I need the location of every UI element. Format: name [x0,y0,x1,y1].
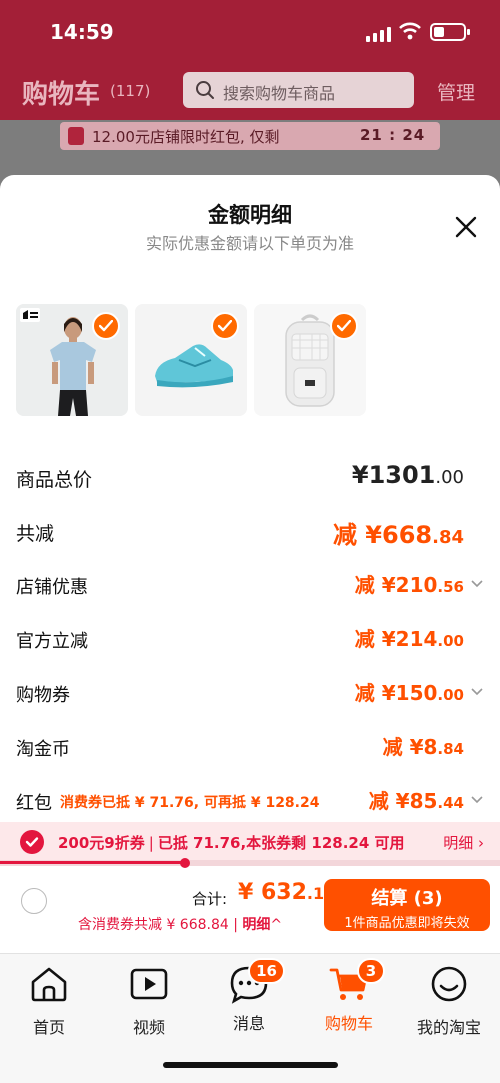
coupon-text: 200元9折券 | 已抵 71.76,本张券剩 128.24 可用 [58,834,405,852]
product-thumbnail-tshirt[interactable] [16,304,128,416]
chevron-down-icon[interactable] [470,685,484,699]
tab-profile[interactable]: 我的淘宝 [404,964,494,1038]
sum-subtext: 含消费券共减 ¥ 668.84 | 明细^ [78,917,283,933]
checkout-button-subtext: 1件商品优惠即将失效 [344,916,470,931]
close-icon[interactable] [452,213,480,241]
tab-messages[interactable]: 16 消息 [204,958,294,1034]
manage-button[interactable]: 管理 [437,78,475,105]
red-packet-countdown: 21 : 24 [360,126,426,144]
row-label: 红包 [16,793,52,814]
product-check-icon[interactable] [92,312,120,340]
cellular-signal-icon [366,26,392,42]
battery-icon [430,23,470,41]
total-reduction-value: 减 ¥668.84 [332,521,464,549]
row-label: 淘金币 [16,739,70,760]
row-red-packet[interactable]: 红包 消费券已抵 ¥ 71.76, 可再抵 ¥ 128.24 减 ¥85.44 [0,783,500,819]
select-all-radio[interactable] [21,888,47,914]
row-total-price: 商品总价 ¥1301.00 [0,459,500,495]
coupon-detail-link[interactable]: 明细 › [443,832,484,853]
coin-value: 减 ¥8.84 [382,735,464,759]
row-label: 商品总价 [16,469,93,491]
sum-label: 合计: [192,890,228,908]
row-store-discount[interactable]: 店铺优惠 减 ¥210.56 [0,567,500,603]
cart-item-count: (117) [110,82,151,100]
red-packet-hint: 消费券已抵 ¥ 71.76, 可再抵 ¥ 128.24 [60,795,320,811]
row-label: 官方立减 [16,631,88,652]
search-icon [196,81,214,99]
red-packet-text: 12.00元店铺限时红包, 仅剩 [92,128,280,146]
coupon-progress-bar [0,858,500,868]
red-packet-banner[interactable]: 12.00元店铺限时红包, 仅剩 21 : 24 [60,122,440,150]
sheet-subtitle: 实际优惠金额请以下单页为准 [145,234,354,253]
checkout-bar: 合计: ¥ 632.16 含消费券共减 ¥ 668.84 | 明细^ 结算 (3… [0,868,500,953]
chevron-down-icon[interactable] [470,577,484,591]
row-shopping-voucher[interactable]: 购物券 减 ¥150.00 [0,675,500,711]
voucher-value: 减 ¥150.00 [354,681,464,705]
coupon-bar[interactable]: 200元9折券 | 已抵 71.76,本张券剩 128.24 可用 明细 › [0,822,500,860]
home-indicator[interactable] [163,1062,338,1068]
sheet-title: 金额明细 [208,203,292,227]
row-total-reduction: 共减 减 ¥668.84 [0,513,500,549]
official-discount-value: 减 ¥214.00 [354,627,464,651]
product-check-icon[interactable] [330,312,358,340]
tab-label: 消息 [232,1014,265,1033]
status-time: 14:59 [50,20,114,44]
row-label: 店铺优惠 [16,577,88,598]
tab-label: 视频 [132,1018,165,1037]
checkout-button-label: 结算 (3) [371,888,443,909]
product-check-icon[interactable] [211,312,239,340]
tab-label: 我的淘宝 [416,1018,481,1037]
tab-video[interactable]: 视频 [104,964,194,1038]
store-discount-value: 减 ¥210.56 [354,573,464,597]
wifi-icon [399,22,421,40]
tab-cart[interactable]: 3 购物车 [304,958,394,1034]
sum-value: ¥ 632.16 [238,880,336,905]
profile-icon [431,966,467,1002]
row-taobao-coin: 淘金币 减 ¥8.84 [0,729,500,765]
tab-label: 首页 [32,1018,65,1037]
product-thumbnail-shoe[interactable] [135,304,247,416]
search-placeholder: 搜索购物车商品 [223,84,336,103]
status-bar: 14:59 [0,0,500,62]
row-label: 购物券 [16,685,70,706]
chevron-down-icon[interactable] [470,793,484,807]
red-packet-value: 减 ¥85.44 [368,789,464,813]
page-title: 购物车 [22,80,101,110]
search-input[interactable]: 搜索购物车商品 [183,72,414,108]
red-packet-icon [68,127,84,145]
tab-label: 购物车 [324,1014,373,1033]
row-label: 共减 [16,523,55,545]
coupon-progress-fill [0,861,185,864]
cart-badge: 3 [357,958,385,984]
total-price-value: ¥1301.00 [351,461,464,489]
message-badge: 16 [248,958,285,984]
tab-home[interactable]: 首页 [4,964,94,1038]
coupon-check-icon[interactable] [20,830,44,854]
checkout-button[interactable]: 结算 (3) 1件商品优惠即将失效 [324,879,490,931]
coupon-progress-knob [180,858,190,868]
home-icon [31,967,67,1002]
amount-detail-sheet: 金额明细 实际优惠金额请以下单页为准 商品总价 ¥1301.00 共减 减 ¥6… [0,175,500,953]
row-official-discount: 官方立减 减 ¥214.00 [0,621,500,657]
product-thumbnail-backpack[interactable] [254,304,366,416]
sum-detail-link[interactable]: 明细 [242,917,270,933]
video-icon [130,968,168,1000]
